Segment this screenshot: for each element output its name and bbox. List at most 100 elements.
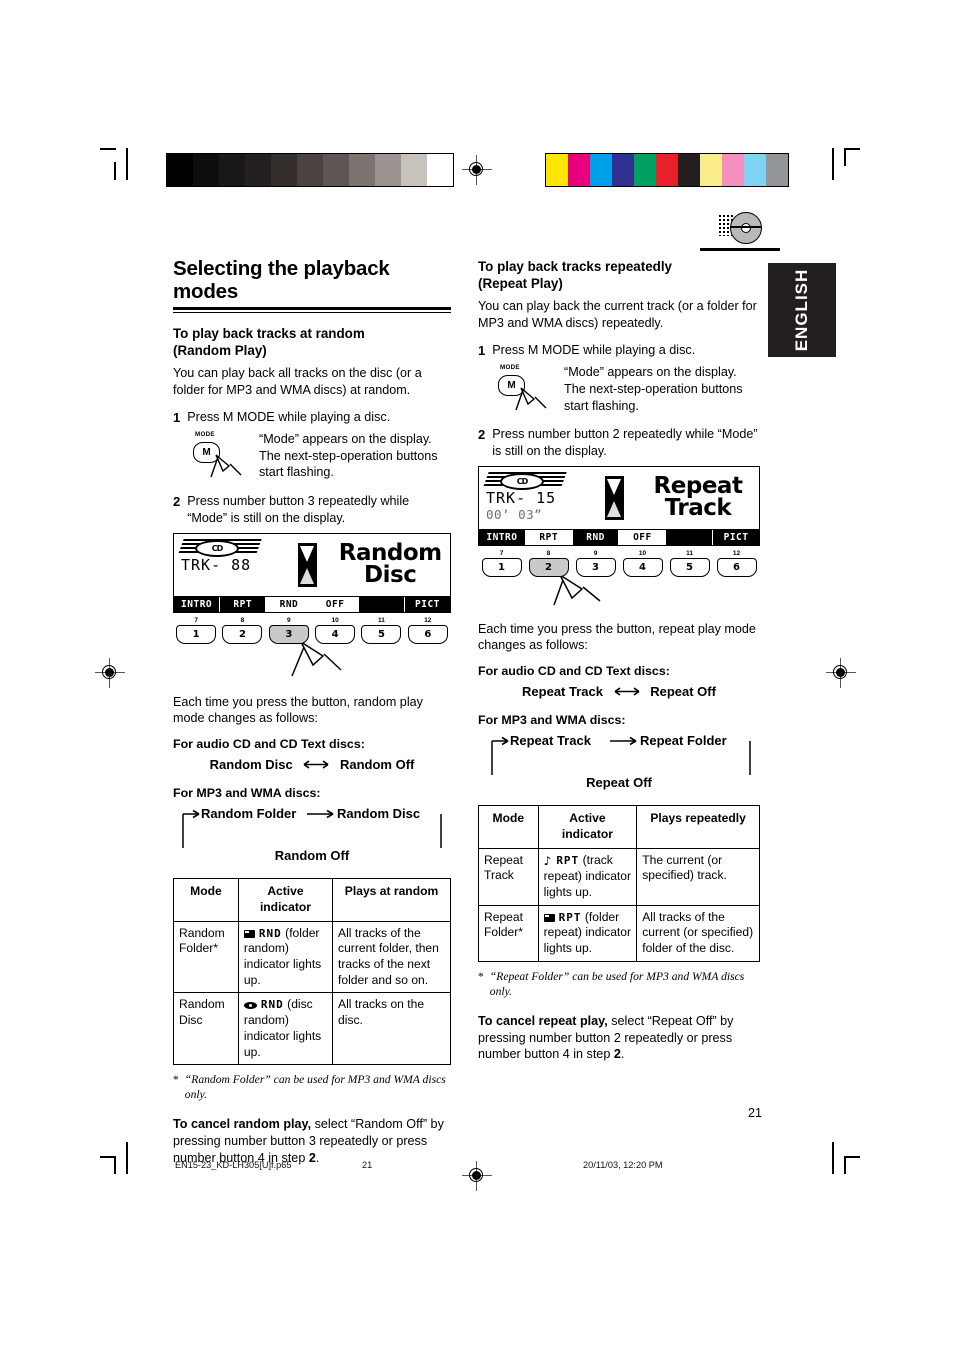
disc-icon [243, 1002, 257, 1010]
step-number: 2 [173, 494, 181, 510]
grayscale-swatch [375, 154, 401, 186]
number-button-6[interactable]: 12 6 [713, 550, 760, 577]
grayscale-swatch [401, 154, 427, 186]
col-mode: Mode [478, 805, 539, 849]
cancel-step: 2 [613, 1047, 621, 1062]
cancel-step: 2 [308, 1150, 316, 1165]
right-mode-button-illustration: MODE M “Mode” appears on the display. Th… [494, 364, 760, 414]
color-swatch [700, 154, 722, 186]
right-lcd-message: Repeat Track [637, 467, 759, 529]
flow-item-b: Repeat Off [650, 684, 716, 700]
title-rule-thick [173, 306, 451, 310]
language-tab-label: ENGLISH [792, 268, 811, 352]
number-button-6[interactable]: 12 6 [405, 617, 451, 644]
number-button-3[interactable]: 93 [572, 550, 619, 577]
number-button-label: 4 [315, 624, 356, 644]
right-step1-note: “Mode” appears on the display. The next-… [564, 365, 743, 413]
right-footnote: * “Repeat Folder” can be used for MP3 an… [478, 969, 760, 999]
number-button-3[interactable]: 93 [266, 617, 312, 644]
table-row: Random Disc RND (disc random) indicator l… [173, 992, 451, 1066]
cell-mode: Repeat Track [478, 847, 539, 906]
lcd-function-blank [666, 529, 714, 545]
right-lcd-track: TRK- 15 [486, 488, 591, 507]
number-button-5[interactable]: 11 5 [666, 550, 713, 577]
color-swatch [722, 154, 744, 186]
col-active-indicator: Active indicator [537, 805, 638, 849]
step-text: Press M MODE while playing a disc. [187, 409, 391, 424]
lcd-message-line2: Disc [364, 561, 417, 588]
number-button-alt-label: 8 [240, 616, 245, 624]
m-mode-button[interactable]: MODE M [494, 364, 556, 412]
right-heading: To play back tracks repeatedly (Repeat P… [478, 258, 760, 292]
left-number-button-row: 7 1 8 2 9 3 10 4 11 5 12 6 [173, 617, 451, 644]
left-flow-lead: Each time you press the button, random p… [173, 694, 423, 726]
language-tab: ENGLISH [768, 263, 836, 357]
compact-disc-icon [718, 210, 762, 244]
number-button-label: 6 [716, 557, 757, 577]
number-button-4[interactable]: 10 4 [619, 550, 666, 577]
number-button-alt-label: 12 [732, 549, 741, 557]
lcd-function-rpt: RPT [525, 529, 573, 545]
left-lcd-track: TRK- 88 [181, 555, 284, 574]
left-step1-note: “Mode” appears on the display. The next-… [259, 431, 438, 480]
track-value: 88 [231, 555, 252, 574]
right-flow-lead: Each time you press the button, repeat p… [478, 621, 756, 653]
left-intro: You can play back all tracks on the disc… [173, 366, 422, 397]
number-button-alt-label: 11 [378, 616, 385, 624]
right-lcd-time: 00’ 03” [486, 506, 543, 522]
grayscale-swatch [297, 154, 323, 186]
grayscale-calibration-bar [166, 153, 454, 187]
left-step-2: 2 Press number button 3 repeatedly while… [173, 493, 451, 526]
color-swatch [546, 154, 568, 186]
footnote-text: “Repeat Folder” can be used for MP3 and … [489, 969, 745, 998]
cd-logo-icon: CD [178, 538, 262, 557]
cd-logo-text: CD [195, 539, 239, 557]
color-swatch [766, 154, 788, 186]
cell-plays: All tracks on the disc. [332, 992, 451, 1066]
cell-plays: All tracks of the current (or specified)… [636, 904, 760, 962]
col-plays: Plays repeatedly [636, 805, 760, 849]
grayscale-swatch [219, 154, 245, 186]
number-button-2[interactable]: 82 [219, 617, 265, 644]
music-note-icon: ♪ [543, 853, 552, 868]
flow-item-a: Random Disc [209, 757, 293, 773]
footer-page: 21 [362, 1160, 373, 1170]
right-lcd-display: CD TRK- 15 00’ 03” Repeat Track INTRO RPT… [478, 465, 760, 546]
number-button-label: 5 [669, 557, 710, 577]
right-table-body: Repeat Track ♪ RPT (track repeat) indicato… [478, 847, 760, 962]
indicator-code: RND [258, 926, 282, 940]
crop-mark-top-left [100, 148, 130, 180]
double-arrow-icon [614, 684, 640, 699]
flow-item-a: Random Folder [201, 806, 297, 822]
hourglass-icon [284, 534, 330, 596]
step-text: Press M MODE while playing a disc. [492, 342, 696, 357]
color-swatch [678, 154, 700, 186]
lcd-function-pict: PICT [713, 529, 759, 545]
flow-item-c: Repeat Off [478, 775, 760, 791]
left-lcd-display: CD TRK- 88 Random Disc INTRO RPT RND OFF PIC… [173, 532, 451, 613]
cell-indicator: RND (disc random) indicator lights up. [237, 992, 334, 1066]
right-heading-line1: To play back tracks repeatedly [478, 259, 673, 274]
number-button-1[interactable]: 71 [478, 550, 525, 577]
cell-indicator: RND (folder random) indicator lights up. [237, 920, 334, 994]
number-button-alt-label: 11 [686, 549, 693, 557]
indicator-description: (folder random) indicator lights up. [243, 925, 322, 987]
flow-item-a: Repeat Track [510, 733, 591, 749]
registration-mark-bottom [462, 1161, 492, 1191]
number-button-5[interactable]: 11 5 [358, 617, 404, 644]
track-label: TRK- [486, 488, 527, 507]
number-button-2[interactable]: 82 [525, 550, 572, 577]
lcd-function-intro: INTRO [479, 529, 526, 545]
number-button-alt-label: 10 [638, 549, 647, 557]
cancel-lead: To cancel repeat play, [478, 1013, 608, 1028]
number-button-4[interactable]: 10 4 [312, 617, 358, 644]
folder-icon [243, 929, 255, 938]
cancel-lead: To cancel random play, [173, 1117, 312, 1132]
page-number: 21 [748, 1106, 762, 1120]
left-flow-mp3: Random Folder Random Disc Random Off [173, 806, 451, 864]
left-step-1: 1 Press M MODE while playing a disc. [173, 409, 451, 426]
m-mode-button[interactable]: MODE M [189, 431, 251, 479]
number-button-alt-label: 7 [194, 616, 198, 624]
number-button-1[interactable]: 71 [173, 617, 219, 644]
number-button-alt-label: 9 [287, 616, 291, 624]
